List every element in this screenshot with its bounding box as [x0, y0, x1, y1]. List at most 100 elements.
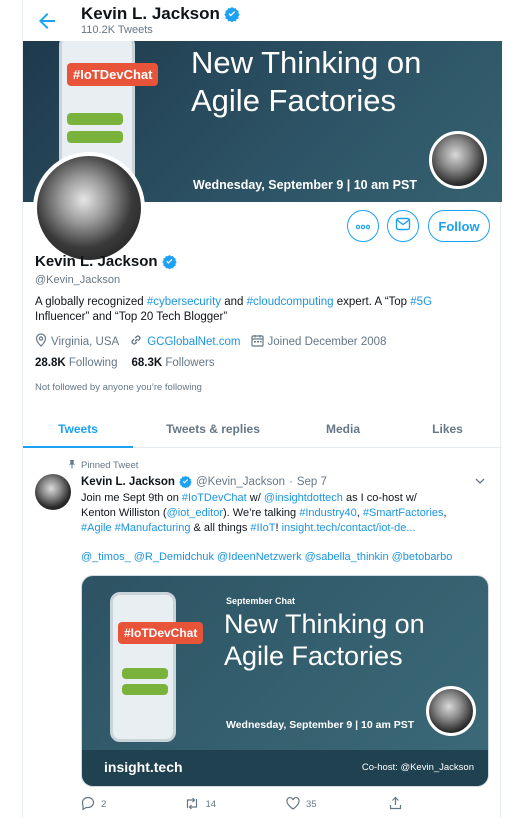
profile-bio: A globally recognized #cybersecurity and…: [35, 295, 485, 325]
card-portrait: [426, 686, 476, 736]
verified-badge-icon: [161, 254, 177, 269]
back-arrow-icon[interactable]: [35, 9, 59, 33]
header-name: Kevin L. Jackson: [81, 4, 240, 24]
like-button[interactable]: 35: [286, 796, 389, 813]
tweet-url-link[interactable]: insight.tech/contact/iot-de...: [282, 522, 416, 534]
top-bar: Kevin L. Jackson 110.2K Tweets: [23, 0, 502, 41]
tweet-line: #Agile #Manufacturing & all things #IIoT…: [81, 521, 491, 536]
share-icon: [389, 796, 402, 813]
message-button[interactable]: [387, 210, 419, 242]
location-pin-icon: [35, 333, 47, 350]
location-text: Virginia, USA: [51, 335, 120, 348]
verified-badge-icon: [224, 6, 240, 22]
tweet-media-card[interactable]: #IoTDevChat September Chat New Thinking …: [81, 575, 489, 787]
mail-icon: [395, 217, 411, 236]
bio-text: and: [221, 296, 247, 308]
bio-text: expert. A “Top: [333, 296, 411, 308]
tweet-mention-link[interactable]: @insightdottech: [264, 492, 343, 504]
website: GCGlobalNet.com: [129, 333, 241, 350]
pin-icon: [67, 459, 77, 472]
followers-count: 68.3K: [131, 357, 163, 369]
retweet-count: 14: [205, 799, 217, 810]
following-count: 28.8K: [35, 357, 66, 369]
retweet-icon: [184, 797, 200, 813]
profile-name: Kevin L. Jackson: [35, 253, 177, 270]
retweet-button[interactable]: 14: [184, 796, 287, 813]
tweet-text-part: Kenton Williston (: [81, 507, 167, 519]
follow-button[interactable]: Follow: [428, 210, 490, 242]
tweet-hashtag-link[interactable]: #IoTDevChat: [182, 492, 247, 504]
profile-avatar[interactable]: [33, 152, 145, 264]
followers-link[interactable]: 68.3K Followers: [131, 357, 214, 369]
tab-media[interactable]: Media: [293, 410, 393, 447]
location: Virginia, USA: [35, 333, 119, 350]
card-date: Wednesday, September 9 | 10 am PST: [226, 719, 415, 731]
followers-label: Followers: [165, 357, 215, 369]
more-dots-icon: [355, 217, 371, 235]
profile-name-text: Kevin L. Jackson: [35, 253, 158, 270]
like-count: 35: [306, 799, 317, 810]
bio-hashtag-link[interactable]: #cloudcomputing: [247, 296, 334, 308]
website-link[interactable]: GCGlobalNet.com: [147, 336, 240, 348]
tweet-text: Join me Sept 9th on #IoTDevChat w/ @insi…: [81, 491, 491, 536]
chevron-down-icon[interactable]: [475, 476, 485, 487]
join-date: Joined December 2008: [250, 334, 387, 350]
tweet-line: Kenton Williston (@iot_editor). We’re ta…: [81, 506, 491, 521]
chat-bubble-icon: [122, 668, 168, 679]
banner-title-line1: New Thinking on: [191, 45, 422, 80]
tweet-actions: 2 14 35: [81, 796, 491, 813]
profile-handle: @Kevin_Jackson: [35, 274, 121, 286]
reply-icon: [81, 796, 95, 813]
bio-hashtag-link[interactable]: #5G: [410, 296, 432, 308]
tab-tweets[interactable]: Tweets: [23, 410, 133, 448]
bio-hashtag-link[interactable]: #cybersecurity: [147, 296, 221, 308]
tweet-text-part: & all things: [190, 522, 251, 534]
phone-illustration: [110, 592, 176, 742]
profile-meta: Virginia, USA GCGlobalNet.com Joined Dec…: [35, 333, 396, 350]
banner-date: Wednesday, September 9 | 10 am PST: [193, 178, 417, 192]
more-button[interactable]: [347, 210, 379, 242]
card-subtitle: September Chat: [226, 596, 296, 606]
tweet-author-handle: @Kevin_Jackson: [195, 475, 285, 488]
heart-icon: [286, 796, 300, 813]
card-hashtag: #IoTDevChat: [118, 622, 204, 644]
tweet-date[interactable]: Sep 7: [297, 476, 327, 488]
card-title-line1: New Thinking on: [224, 609, 425, 639]
pinned-label: Pinned Tweet: [67, 459, 138, 472]
tweet-mention-link[interactable]: @iot_editor: [167, 507, 223, 519]
reply-button[interactable]: 2: [81, 796, 184, 813]
pinned-label-text: Pinned Tweet: [81, 460, 139, 471]
profile-column: Kevin L. Jackson 110.2K Tweets #IoTDevCh…: [22, 0, 502, 818]
tab-likes[interactable]: Likes: [393, 410, 502, 447]
card-cohost: Co-host: @Kevin_Jackson: [361, 762, 474, 773]
not-followed-note: Not followed by anyone you’re following: [35, 382, 202, 393]
banner-hashtag: #IoTDevChat: [67, 63, 159, 86]
tweet-separator: ·: [289, 475, 293, 488]
calendar-icon: [250, 334, 264, 350]
card-brand: insight.tech: [104, 759, 183, 775]
card-footer: insight.tech Co-host: @Kevin_Jackson: [82, 750, 488, 786]
chat-bubble-icon: [67, 131, 123, 143]
tweet-count: 110.2K Tweets: [81, 24, 153, 36]
tweet-text-part: ). We’re talking: [223, 507, 300, 519]
following-label: Following: [68, 357, 118, 369]
join-date-text: Joined December 2008: [267, 335, 387, 348]
tweet-hashtag-link[interactable]: #Agile: [81, 522, 112, 534]
chat-bubble-icon: [67, 113, 123, 125]
tweet-mentions[interactable]: @_timos_ @R_Demidchuk @IdeenNetzwerk @sa…: [81, 551, 501, 563]
tab-tweets-replies[interactable]: Tweets & replies: [133, 410, 293, 447]
tweet-hashtag-link[interactable]: #Manufacturing: [115, 522, 191, 534]
reply-count: 2: [101, 799, 107, 810]
following-link[interactable]: 28.8K Following: [35, 357, 117, 369]
banner-title-line2: Agile Factories: [191, 83, 397, 118]
tweet-text-part: w/: [246, 492, 264, 504]
tweet-hashtag-link[interactable]: #Industry40: [299, 507, 356, 519]
tweet-avatar[interactable]: [35, 474, 71, 510]
share-button[interactable]: [389, 796, 492, 813]
tweet-hashtag-link[interactable]: #SmartFactories: [363, 507, 444, 519]
tweet-author-name[interactable]: Kevin L. Jackson: [81, 476, 175, 488]
tweet-line: Join me Sept 9th on #IoTDevChat w/ @insi…: [81, 491, 491, 506]
tweet-hashtag-link[interactable]: #IIoT: [250, 522, 275, 534]
profile-tabs: Tweets Tweets & replies Media Likes: [23, 410, 502, 448]
chat-bubble-icon: [122, 684, 168, 695]
